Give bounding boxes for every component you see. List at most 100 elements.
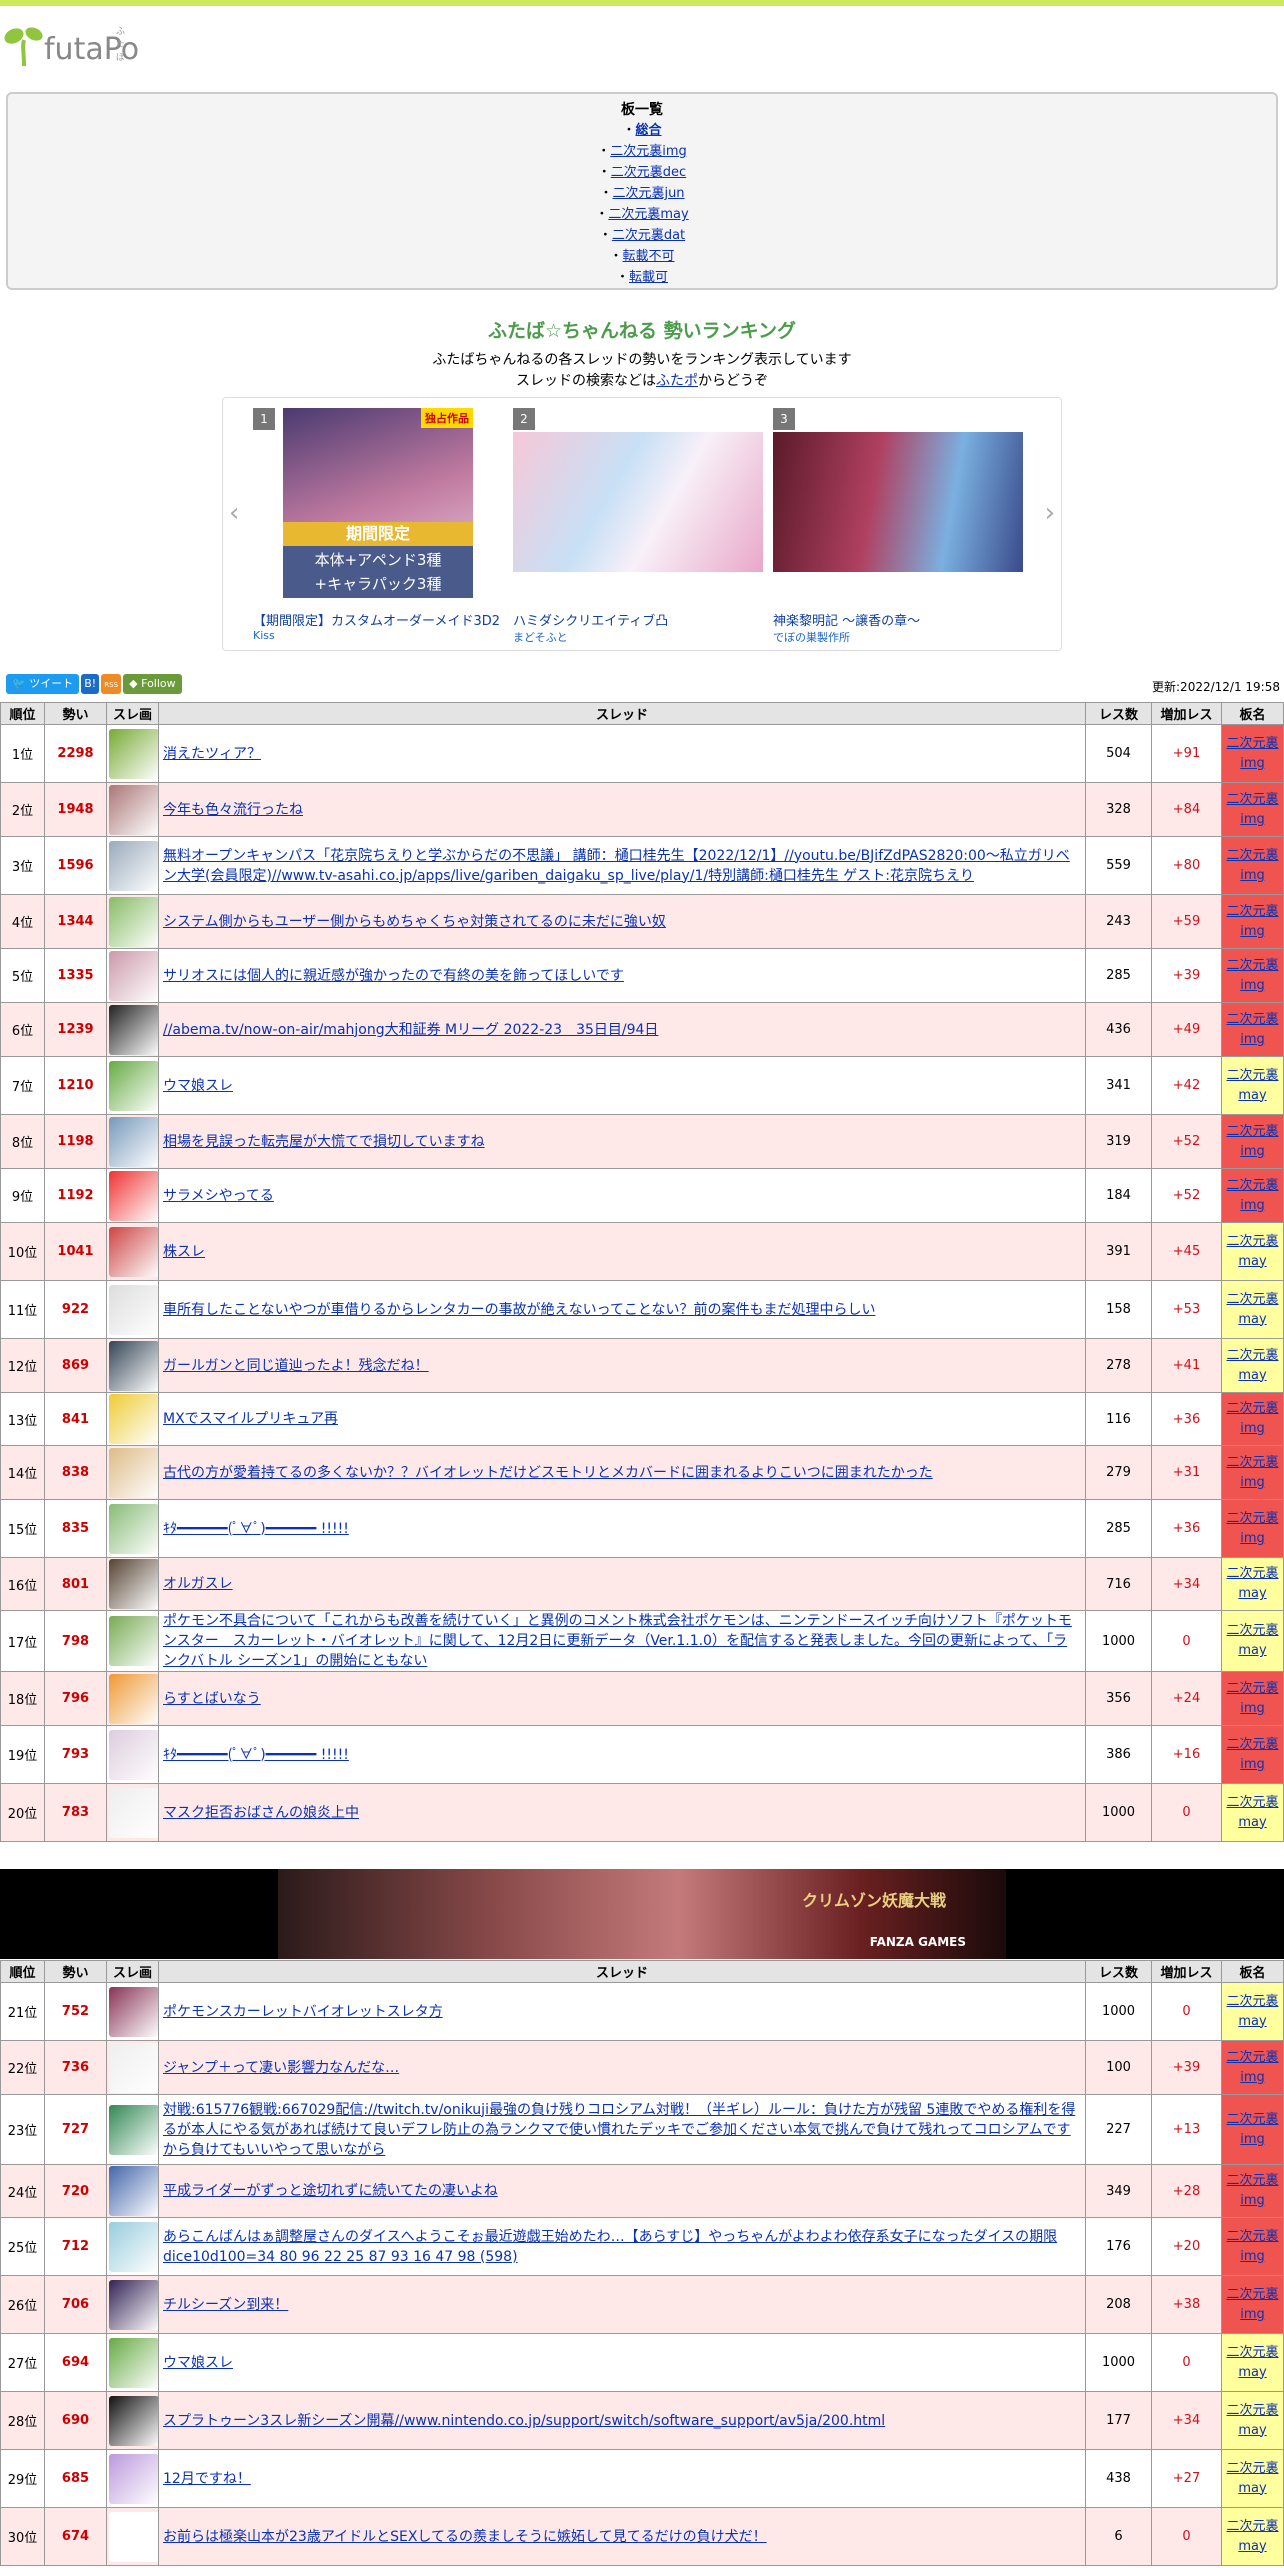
board-name-link[interactable]: 二次元裏img <box>1226 1178 1278 1213</box>
board-name-link[interactable]: 二次元裏img <box>1226 1511 1278 1546</box>
thread-thumbnail[interactable] <box>109 1673 158 1724</box>
tweet-button[interactable]: 🐦 ツイート <box>6 674 80 694</box>
ad-banner[interactable]: クリムゾン妖魔大戦 FANZA GAMES <box>0 1869 1284 1959</box>
thread-link[interactable]: 古代の方が愛着持てるの多くないか？？バイオレットだけどスモトリとメカバードに囲ま… <box>163 1465 933 1481</box>
thread-thumbnail[interactable] <box>109 1284 158 1335</box>
board-name-link[interactable]: 二次元裏may <box>1226 1994 1278 2029</box>
rss-icon[interactable]: RSS <box>101 674 122 694</box>
thread-link[interactable]: らすとばいなう <box>163 1691 261 1707</box>
thread-link[interactable]: スプラトゥーン3スレ新シーズン開幕//www.nintendo.co.jp/su… <box>163 2413 885 2429</box>
board-name-link[interactable]: 二次元裏img <box>1226 1455 1278 1490</box>
card-brand[interactable]: Kiss <box>253 629 275 642</box>
card-title[interactable]: 【期間限定】カスタムオーダーメイド3D2 <box>253 610 500 629</box>
carousel-next-button[interactable]: › <box>1045 498 1055 528</box>
board-name-link[interactable]: 二次元裏img <box>1226 1681 1278 1716</box>
board-name-link[interactable]: 二次元裏may <box>1226 2461 1278 2496</box>
card-image[interactable]: 独占作品 期間限定 本体+アペンド3種 +キャラパック3種 <box>283 408 473 598</box>
board-name-link[interactable]: 二次元裏may <box>1226 1292 1278 1327</box>
board-name-link[interactable]: 二次元裏may <box>1226 1795 1278 1830</box>
thread-thumbnail[interactable] <box>109 1394 158 1444</box>
board-link[interactable]: 転載不可 <box>623 249 675 264</box>
thread-thumbnail[interactable] <box>109 1226 158 1277</box>
thread-thumbnail[interactable] <box>109 1559 158 1609</box>
thread-link[interactable]: MXでスマイルプリキュア再 <box>163 1411 338 1427</box>
thread-link[interactable]: ガールガンと同じ道辿ったよ！残念だね！ <box>163 1358 429 1374</box>
card-brand[interactable]: まどそふと <box>513 629 568 645</box>
thread-thumbnail[interactable] <box>109 2337 158 2388</box>
thread-thumbnail[interactable] <box>109 784 158 835</box>
thread-thumbnail[interactable] <box>109 1787 158 1838</box>
thread-thumbnail[interactable] <box>109 2453 158 2504</box>
thread-link[interactable]: 車所有したことないやつが車借りるからレンタカーの事故が絶えないってことない？前の… <box>163 1302 875 1318</box>
site-logo[interactable]: futaPo ふたぽ <box>4 22 139 72</box>
carousel-card-3[interactable]: 3 神楽黎明記 ～譲香の章～ でぼの巣製作所 <box>773 408 1023 644</box>
thread-thumbnail[interactable] <box>109 2166 158 2216</box>
board-link[interactable]: 二次元裏may <box>608 207 688 222</box>
thread-thumbnail[interactable] <box>109 2104 158 2155</box>
thread-link[interactable]: 平成ライダーがずっと途切れずに続いてたの凄いよね <box>163 2183 498 2199</box>
board-name-link[interactable]: 二次元裏img <box>1226 2287 1278 2322</box>
thread-thumbnail[interactable] <box>109 1170 158 1221</box>
hatena-bookmark-button[interactable]: B! <box>81 674 100 694</box>
thread-link[interactable]: マスク拒否おばさんの娘炎上中 <box>163 1805 359 1821</box>
thread-thumbnail[interactable] <box>109 728 158 779</box>
board-name-link[interactable]: 二次元裏img <box>1226 2173 1278 2208</box>
board-name-link[interactable]: 二次元裏img <box>1226 958 1278 993</box>
thread-thumbnail[interactable] <box>109 2221 158 2272</box>
thread-link[interactable]: お前らは極楽山本が23歳アイドルとSEXしてるの羨ましそうに嫉妬して見てるだけの… <box>163 2529 767 2545</box>
thread-link[interactable]: 無料オープンキャンパス「花京院ちえりと学ぶからだの不思議」 講師：樋口桂先生【2… <box>163 848 1070 884</box>
thread-link[interactable]: 株スレ <box>163 1244 205 1260</box>
thread-thumbnail[interactable] <box>109 1340 158 1391</box>
thread-link[interactable]: ジャンプ＋って凄い影響力なんだな… <box>163 2060 399 2076</box>
board-name-link[interactable]: 二次元裏may <box>1226 1348 1278 1383</box>
thread-link[interactable]: ポケモン不具合について「これからも改善を続けていく」と異例のコメント株式会社ポケ… <box>163 1613 1072 1669</box>
board-name-link[interactable]: 二次元裏may <box>1226 1068 1278 1103</box>
thread-thumbnail[interactable] <box>109 2042 158 2093</box>
thread-thumbnail[interactable] <box>109 1503 158 1554</box>
carousel-card-1[interactable]: 1 独占作品 期間限定 本体+アペンド3種 +キャラパック3種 【期間限定】カス… <box>253 408 503 642</box>
thread-thumbnail[interactable] <box>109 896 158 947</box>
thread-link[interactable]: 12月ですね！ <box>163 2471 251 2487</box>
thread-thumbnail[interactable] <box>109 1729 158 1780</box>
thread-link[interactable]: 相場を見誤った転売屋が大慌てで損切していますね <box>163 1134 485 1150</box>
thread-link[interactable]: 消えたツィア？ <box>163 746 261 762</box>
card-image[interactable] <box>773 432 1023 572</box>
board-link[interactable]: 二次元裏dec <box>611 165 686 180</box>
board-name-link[interactable]: 二次元裏img <box>1226 2050 1278 2085</box>
board-link[interactable]: 総合 <box>636 123 662 138</box>
thread-link[interactable]: ウマ娘スレ <box>163 2355 233 2371</box>
carousel-card-2[interactable]: 2 ハミダシクリエイティブ凸 まどそふと <box>513 408 763 644</box>
board-name-link[interactable]: 二次元裏img <box>1226 2112 1278 2147</box>
board-name-link[interactable]: 二次元裏img <box>1226 848 1278 883</box>
thread-link[interactable]: ｷﾀ━━━━━━(ﾟ∀ﾟ)━━━━━━ !!!!! <box>163 1747 349 1763</box>
thread-link[interactable]: 対戦:615776観戦:667029配信://twitch.tv/onikuji… <box>163 2102 1075 2158</box>
thread-link[interactable]: //abema.tv/now-on-air/mahjong大和証券 Mリーグ 2… <box>163 1022 658 1038</box>
thread-thumbnail[interactable] <box>109 840 158 891</box>
thread-thumbnail[interactable] <box>109 2511 158 2562</box>
card-title[interactable]: 神楽黎明記 ～譲香の章～ <box>773 610 920 629</box>
board-name-link[interactable]: 二次元裏img <box>1226 792 1278 827</box>
board-name-link[interactable]: 二次元裏img <box>1226 2229 1278 2264</box>
thread-thumbnail[interactable] <box>109 1116 158 1167</box>
carousel-prev-button[interactable]: ‹ <box>229 498 239 528</box>
board-name-link[interactable]: 二次元裏img <box>1226 1401 1278 1436</box>
thread-thumbnail[interactable] <box>109 1447 158 1498</box>
board-name-link[interactable]: 二次元裏img <box>1226 1737 1278 1772</box>
futapo-link[interactable]: ふたポ <box>656 373 698 389</box>
board-name-link[interactable]: 二次元裏may <box>1226 1623 1278 1658</box>
board-link[interactable]: 二次元裏jun <box>612 186 684 201</box>
thread-link[interactable]: あらこんばんはぁ調整屋さんのダイスへようこそぉ最近遊戯王始めたわ…【あらすじ】や… <box>163 2229 1057 2265</box>
card-brand[interactable]: でぼの巣製作所 <box>773 629 850 645</box>
thread-thumbnail[interactable] <box>109 2395 158 2446</box>
thread-thumbnail[interactable] <box>109 2279 158 2330</box>
board-name-link[interactable]: 二次元裏may <box>1226 1234 1278 1269</box>
board-name-link[interactable]: 二次元裏may <box>1226 2345 1278 2380</box>
banner-image[interactable]: クリムゾン妖魔大戦 FANZA GAMES <box>278 1869 1006 1959</box>
thread-link[interactable]: ポケモンスカーレットバイオレットスレタ方 <box>163 2004 443 2020</box>
thread-link[interactable]: オルガスレ <box>163 1576 233 1592</box>
board-name-link[interactable]: 二次元裏may <box>1226 2519 1278 2554</box>
card-title[interactable]: ハミダシクリエイティブ凸 <box>513 610 668 629</box>
board-link[interactable]: 二次元裏img <box>610 144 687 159</box>
thread-link[interactable]: システム側からもユーザー側からもめちゃくちゃ対策されてるのに未だに強い奴 <box>163 914 666 930</box>
board-name-link[interactable]: 二次元裏img <box>1226 1124 1278 1159</box>
